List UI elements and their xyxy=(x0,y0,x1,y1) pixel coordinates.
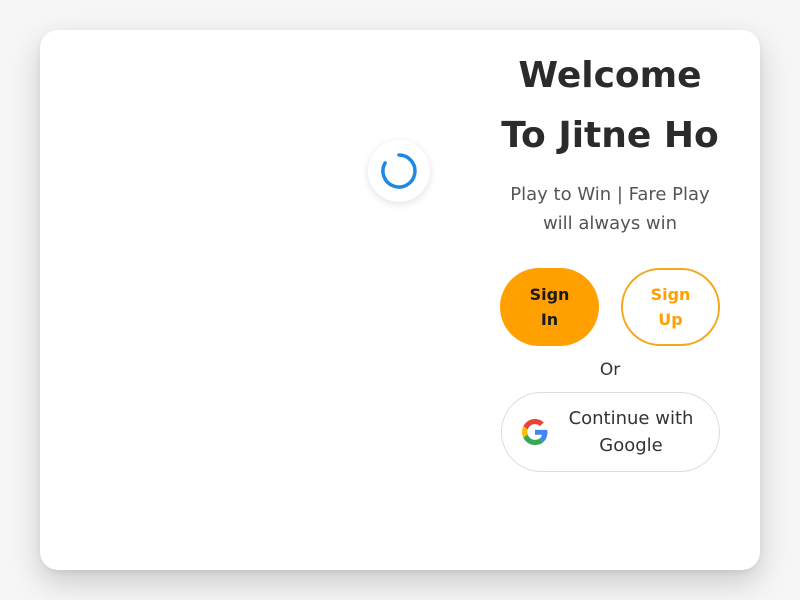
auth-pane: Welcome To Jitne Ho Play to Win | Fare P… xyxy=(480,30,740,570)
sign-up-label: Sign Up xyxy=(650,285,691,329)
google-signin-button[interactable]: Continue with Google xyxy=(500,392,720,472)
page-title: Welcome To Jitne Ho xyxy=(501,55,719,156)
google-icon xyxy=(521,419,547,445)
sign-in-button[interactable]: Sign In xyxy=(500,268,599,346)
sign-in-label: Sign In xyxy=(529,285,570,329)
loading-spinner xyxy=(368,140,430,202)
tagline: Play to Win | Fare Play will always win xyxy=(510,184,710,234)
image-pane xyxy=(40,30,480,570)
loading-spinner-icon xyxy=(381,153,417,189)
google-button-label: Continue with Google xyxy=(568,408,694,456)
or-divider: Or xyxy=(599,360,621,380)
sign-up-button[interactable]: Sign Up xyxy=(621,268,720,346)
auth-buttons: Sign In Sign Up xyxy=(500,268,720,346)
auth-card: Welcome To Jitne Ho Play to Win | Fare P… xyxy=(40,30,760,570)
